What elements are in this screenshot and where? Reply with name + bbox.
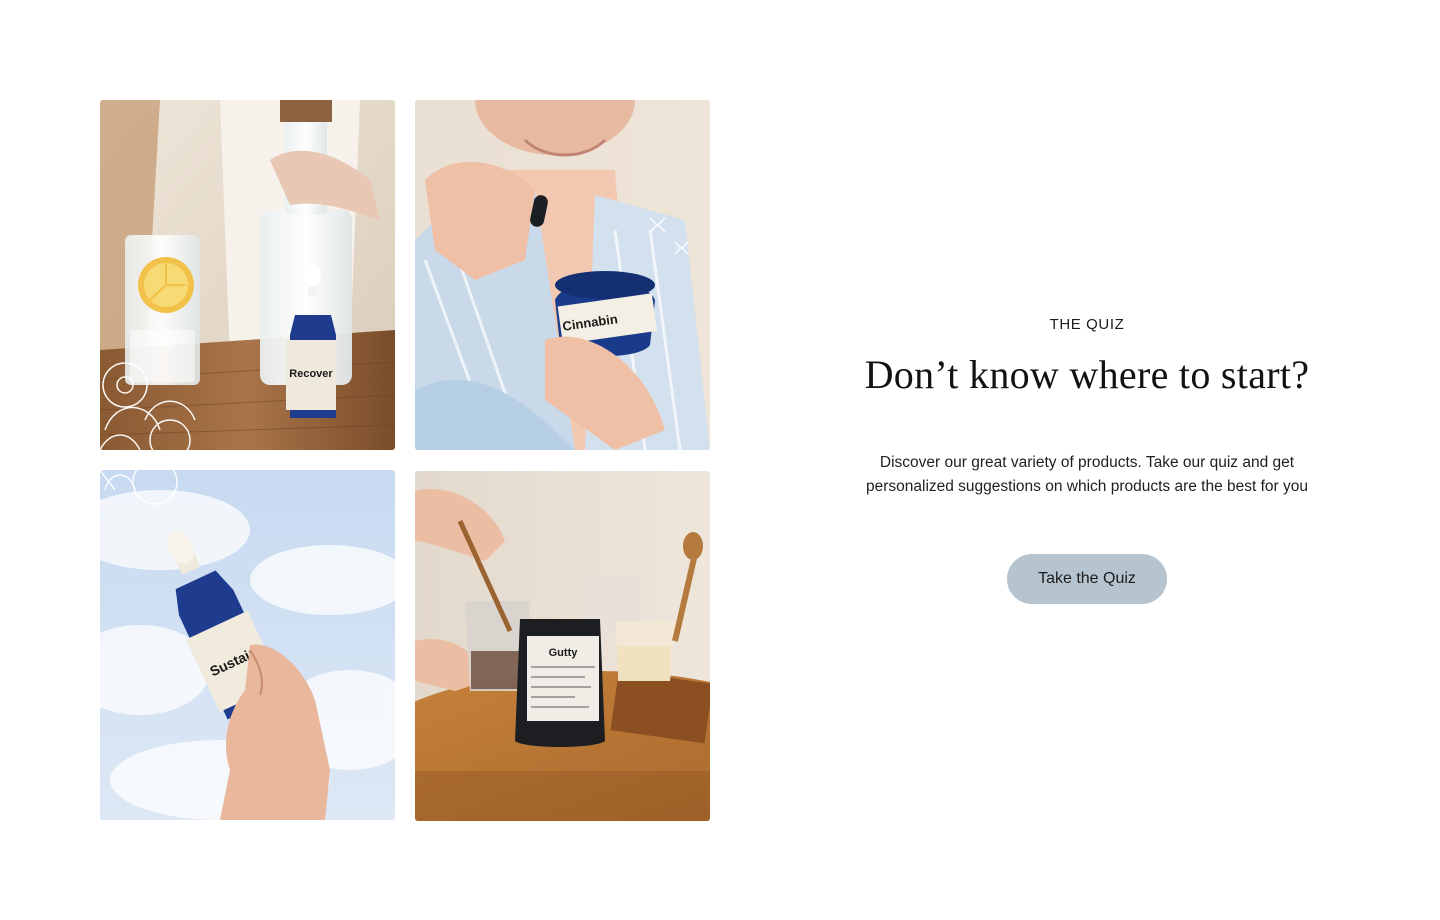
product-photo-grid: Recover Cinnabin Sustain Gutty bbox=[100, 100, 710, 821]
quiz-eyebrow: THE QUIZ bbox=[1049, 316, 1125, 333]
recover-tincture-photo: Recover bbox=[100, 100, 395, 450]
sustain-tincture-photo: Sustain bbox=[100, 470, 395, 820]
quiz-section: THE QUIZ Don’t know where to start? Disc… bbox=[836, 300, 1338, 604]
gutty-label: Gutty bbox=[549, 647, 579, 659]
quiz-headline: Don’t know where to start? bbox=[864, 352, 1310, 397]
recover-label: Recover bbox=[289, 368, 333, 380]
gutty-pouch-photo: Gutty bbox=[415, 471, 710, 821]
take-quiz-button[interactable]: Take the Quiz bbox=[1007, 554, 1167, 604]
quiz-description: Discover our great variety of products. … bbox=[865, 454, 1308, 495]
cinnabin-capsules-photo: Cinnabin bbox=[415, 100, 710, 450]
